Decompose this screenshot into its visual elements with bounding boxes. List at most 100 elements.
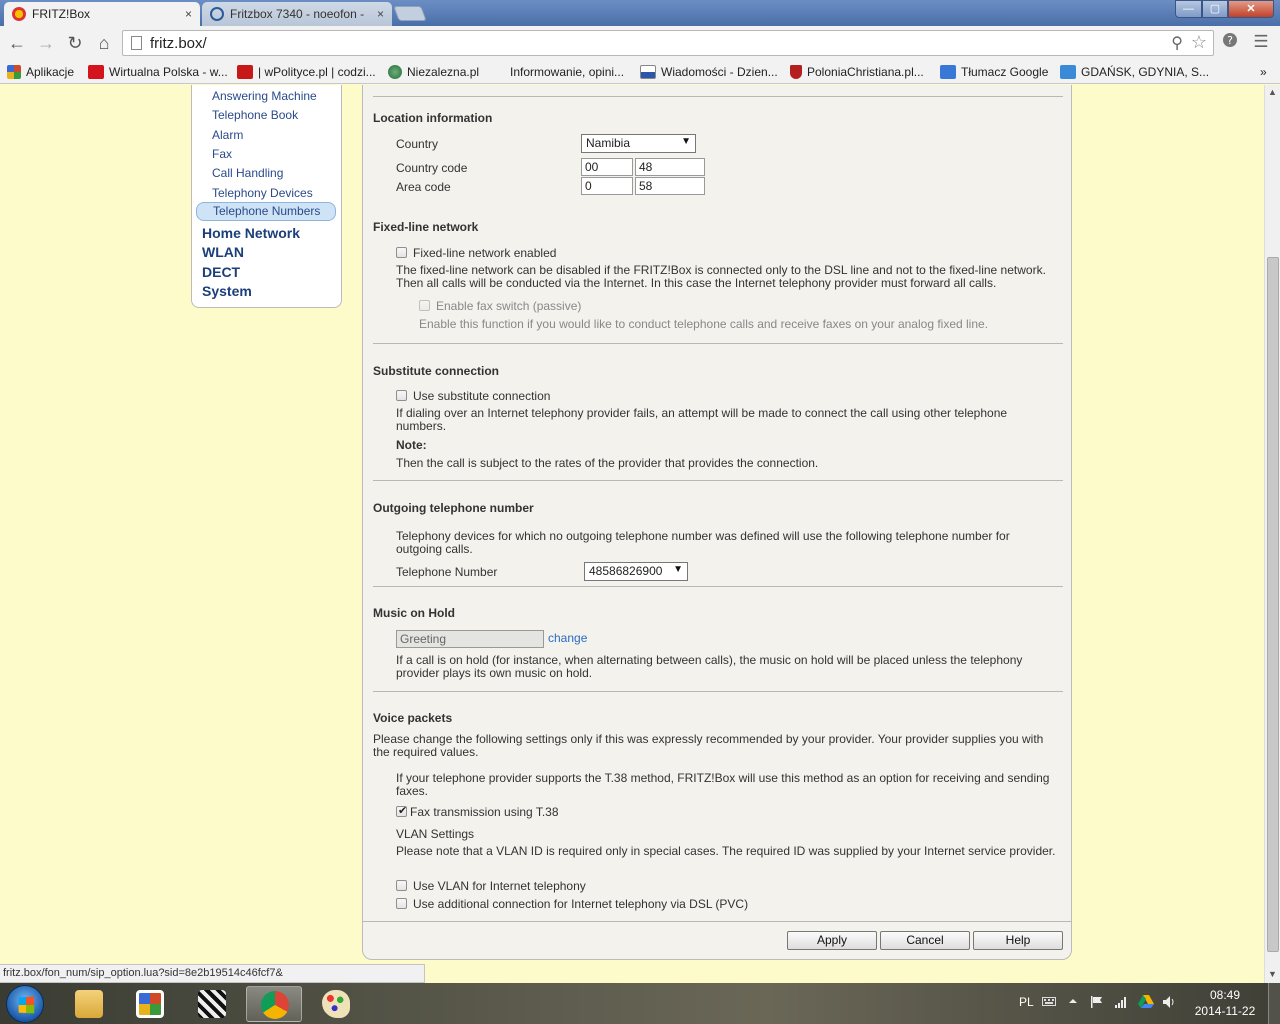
sidebar-item-alarm[interactable]: Alarm [212,128,243,142]
bookmark-informowanie[interactable]: Informowanie, opini... [510,63,624,81]
area-code-prefix-input[interactable]: 0 [581,177,633,195]
scroll-up-icon[interactable]: ▲ [1268,87,1277,97]
show-hidden-icon[interactable] [1068,995,1078,1009]
browser-titlebar: FRITZ!Box × Fritzbox 7340 - noeofon - × … [0,0,1280,26]
volume-icon[interactable] [1162,995,1176,1012]
vlan-settings-title: VLAN Settings [396,827,475,841]
sidebar-item-dect[interactable]: DECT [202,264,240,280]
country-code-label: Country code [396,161,468,175]
bookmark-label: PoloniaChristiana.pl... [807,65,924,79]
fax-switch-checkbox[interactable] [419,300,430,311]
back-button[interactable]: ← [6,32,28,54]
close-window-button[interactable]: ✕ [1228,0,1274,18]
chrome-menu-icon[interactable]: ☰ [1250,32,1272,52]
home-button[interactable]: ⌂ [93,32,115,54]
substitute-section-title: Substitute connection [373,364,499,378]
area-code-input[interactable]: 58 [635,177,705,195]
fixed-line-description: The fixed-line network can be disabled i… [396,263,1046,290]
taskbar-mpc-be[interactable] [184,986,240,1022]
wpolityce-logo-icon [237,65,253,79]
taskbar-chrome[interactable] [246,986,302,1022]
tab-fritzbox[interactable]: FRITZ!Box × [4,2,200,26]
tab-fritzbox-7340[interactable]: Fritzbox 7340 - noeofon - × [202,2,392,26]
sidebar-item-telephony-devices[interactable]: Telephony Devices [212,186,313,200]
sidebar-item-wlan[interactable]: WLAN [202,244,244,260]
taskbar-paint[interactable] [308,986,364,1022]
scrollbar-thumb[interactable] [1267,257,1279,952]
bookmark-wiadomosci[interactable]: Wiadomości - Dzien... [640,63,778,81]
substitute-checkbox[interactable] [396,390,407,401]
bookmarks-bar: Aplikacje Wirtualna Polska - w... | wPol… [0,60,1280,84]
bookmarks-overflow-button[interactable]: » [1260,63,1267,81]
sidebar-menu: Answering Machine Telephone Book Alarm F… [191,85,342,308]
sidebar-item-call-handling[interactable]: Call Handling [212,166,283,180]
flag-icon[interactable] [1090,995,1104,1012]
fixed-line-checkbox[interactable] [396,247,407,258]
scroll-down-icon[interactable]: ▼ [1268,969,1277,979]
bookmark-poloniachristiana[interactable]: PoloniaChristiana.pl... [790,63,924,81]
help-button[interactable]: Help [973,931,1063,950]
page-scrollbar[interactable]: ▲ ▼ [1264,85,1280,983]
windows-taskbar: PL 08:49 2014-11-22 [0,983,1280,1024]
maximize-button[interactable]: ▢ [1202,0,1228,18]
country-code-input[interactable]: 48 [635,158,705,176]
address-url[interactable]: fritz.box/ [150,35,207,52]
cancel-button[interactable]: Cancel [880,931,970,950]
status-url: fritz.box/fon_num/sip_option.lua?sid=8e2… [0,964,425,983]
tab-close-icon[interactable]: × [185,7,192,21]
start-button[interactable] [6,985,44,1023]
show-desktop-button[interactable] [1268,983,1280,1024]
sidebar-item-answering-machine[interactable]: Answering Machine [212,89,317,103]
tab-close-icon[interactable]: × [377,7,384,21]
search-icon[interactable]: ⚲ [1171,33,1183,53]
drive-icon[interactable] [1138,994,1154,1012]
country-select[interactable]: Namibia ▼ [581,134,696,153]
substitute-description: If dialing over an Internet telephony pr… [396,406,1008,433]
taskbar-clock[interactable]: 08:49 2014-11-22 [1190,987,1260,1019]
help-circle-icon[interactable]: ? [1219,32,1241,53]
forward-button[interactable]: → [35,32,57,54]
reload-button[interactable]: ↻ [64,32,86,54]
sidebar-item-home-network[interactable]: Home Network [202,225,300,241]
fax-switch-label: Enable fax switch (passive) [436,299,582,313]
country-code-prefix-input[interactable]: 00 [581,158,633,176]
telephone-number-select[interactable]: 48586826900 ▼ [584,562,688,581]
network-icon[interactable] [1114,995,1128,1012]
bookmark-gdansk[interactable]: GDAŃSK, GDYNIA, S... [1060,63,1209,81]
country-select-value: Namibia [586,136,631,150]
vlan-note: Please note that a VLAN ID is required o… [396,844,1056,858]
t38-checkbox[interactable]: ✔ [396,805,407,817]
divider [373,691,1063,692]
t38-label: Fax transmission using T.38 [410,805,559,819]
sidebar-item-telephone-book[interactable]: Telephone Book [212,108,298,122]
music-description: If a call is on hold (for instance, when… [396,653,1023,680]
music-change-link[interactable]: change [548,631,587,645]
sidebar-item-system[interactable]: System [202,283,252,299]
address-bar[interactable]: fritz.box/ ⚲ ☆ [122,30,1214,56]
bookmark-star-icon[interactable]: ☆ [1191,32,1207,53]
tab-title: FRITZ!Box [32,7,91,21]
vlan-checkbox[interactable] [396,880,407,891]
bookmark-label: Wirtualna Polska - w... [109,65,228,79]
taskbar-explorer[interactable] [61,986,117,1022]
minimize-button[interactable]: — [1175,0,1202,18]
bookmark-apps[interactable]: Aplikacje [7,63,74,81]
sidebar-item-fax[interactable]: Fax [212,147,232,161]
wp-logo-icon [88,65,104,79]
language-indicator[interactable]: PL [1019,995,1034,1009]
bookmark-wp[interactable]: Wirtualna Polska - w... [88,63,228,81]
new-tab-button[interactable] [393,6,427,21]
bookmark-label: Aplikacje [26,65,75,79]
taskbar-app-grid[interactable] [122,986,178,1022]
bookmark-wpolityce[interactable]: | wPolityce.pl | codzi... [237,63,376,81]
pvc-checkbox[interactable] [396,898,407,909]
bookmark-niezalezna[interactable]: Niezalezna.pl [388,63,479,81]
flag-logo-icon [640,65,656,79]
keyboard-icon[interactable] [1042,995,1056,1010]
bookmark-google-translate[interactable]: Tłumacz Google [940,63,1048,81]
apply-button[interactable]: Apply [787,931,877,950]
sidebar-item-telephone-numbers[interactable]: Telephone Numbers [196,202,336,221]
page-viewport: Answering Machine Telephone Book Alarm F… [0,85,1264,983]
voice-intro: Please change the following settings onl… [373,732,1044,759]
fixed-line-section-title: Fixed-line network [373,220,479,234]
